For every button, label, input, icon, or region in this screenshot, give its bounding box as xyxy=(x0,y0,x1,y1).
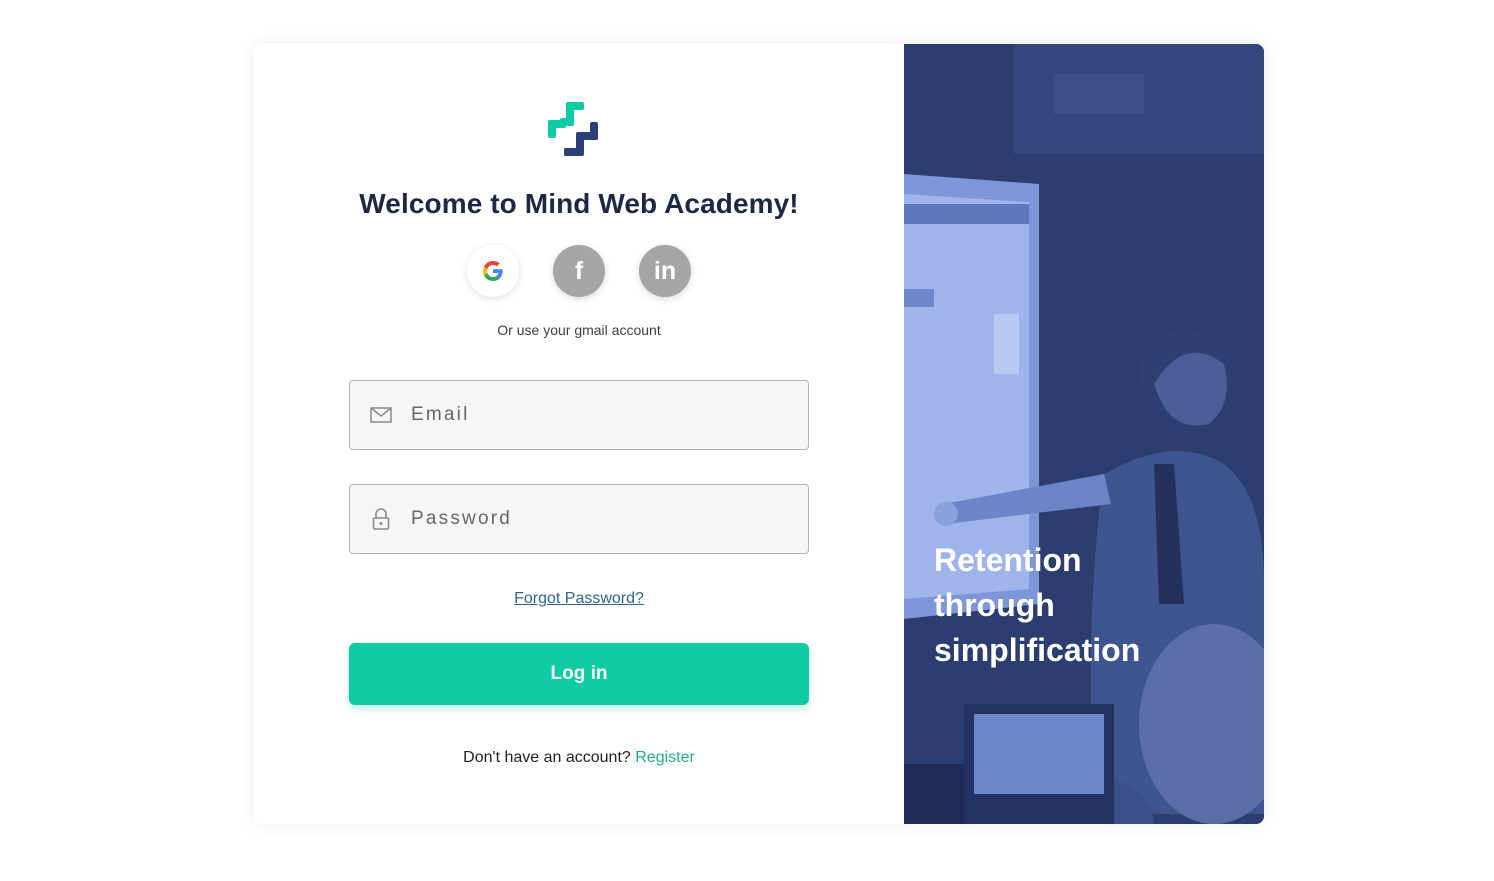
register-link[interactable]: Register xyxy=(635,749,695,766)
tagline-line: through xyxy=(934,587,1055,623)
email-field[interactable] xyxy=(349,380,809,450)
social-login-hint: Or use your gmail account xyxy=(497,322,661,338)
register-prompt-text: Don't have an account? xyxy=(463,749,631,766)
google-login-button[interactable] xyxy=(467,245,519,297)
envelope-icon xyxy=(370,404,392,426)
forgot-password-link[interactable]: Forgot Password? xyxy=(254,590,904,608)
linkedin-icon: in xyxy=(653,256,677,285)
google-icon xyxy=(483,261,503,281)
password-input[interactable] xyxy=(411,485,808,553)
password-field[interactable] xyxy=(349,484,809,554)
login-card: Welcome to Mind Web Academy! f in Or use… xyxy=(254,44,1264,824)
login-button[interactable]: Log in xyxy=(349,643,809,705)
login-panel: Welcome to Mind Web Academy! f in Or use… xyxy=(254,44,904,824)
tagline-line: simplification xyxy=(934,632,1141,668)
hero-tagline: Retention through simplification xyxy=(934,538,1254,673)
hero-panel: Retention through simplification xyxy=(904,44,1264,824)
academy-logo-icon xyxy=(548,102,598,156)
linkedin-login-button[interactable]: in xyxy=(639,245,691,297)
facebook-icon: f xyxy=(574,256,584,285)
tagline-line: Retention xyxy=(934,542,1082,578)
lock-icon xyxy=(370,508,392,530)
email-input[interactable] xyxy=(411,381,808,449)
classroom-photo xyxy=(904,44,1264,824)
facebook-login-button[interactable]: f xyxy=(553,245,605,297)
register-prompt: Don't have an account? Register xyxy=(254,749,904,767)
page-title: Welcome to Mind Web Academy! xyxy=(359,188,799,219)
